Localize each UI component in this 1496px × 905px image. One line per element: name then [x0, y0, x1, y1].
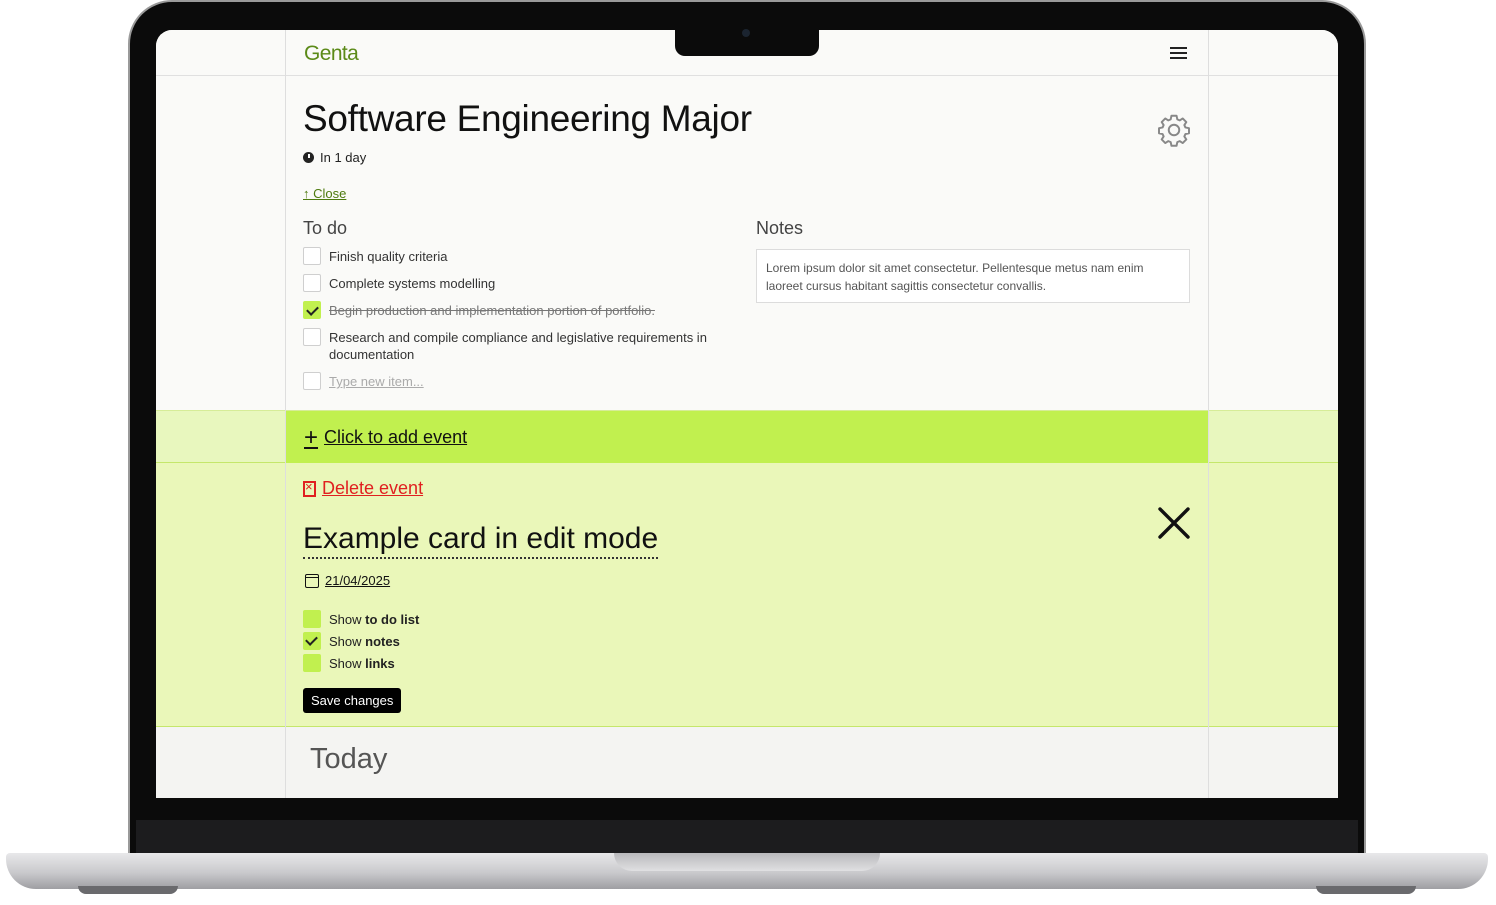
date-input[interactable]: 21/04/2025 [325, 573, 390, 588]
toggle-checkbox[interactable] [303, 610, 321, 628]
display-toggles: Show to do list Show notes Show links [303, 608, 419, 674]
due-text: In 1 day [320, 150, 367, 165]
toggle-label: Show notes [329, 633, 400, 649]
todo-checkbox [303, 372, 321, 390]
due-indicator: In 1 day [303, 150, 366, 165]
add-event-bar: + Click to add event [156, 410, 1338, 463]
trash-icon [303, 479, 316, 497]
delete-event-button[interactable]: Delete event [303, 478, 423, 499]
toggle-show-notes: Show notes [303, 630, 419, 652]
todo-heading: To do [303, 218, 348, 238]
new-todo-input[interactable]: Type new item... [329, 373, 424, 390]
today-section: Today [156, 727, 1338, 798]
event-card-expanded: Software Engineering Major In 1 day ↑ Cl… [156, 76, 1338, 410]
notes-heading: Notes [756, 218, 804, 238]
close-link[interactable]: ↑ Close [303, 186, 346, 201]
clock-icon [303, 152, 314, 163]
todo-item: Begin production and implementation port… [303, 301, 723, 319]
todo-item: Research and compile compliance and legi… [303, 328, 723, 363]
toggle-show-links: Show links [303, 652, 419, 674]
event-title: Software Engineering Major [303, 98, 752, 139]
todo-text: Research and compile compliance and legi… [329, 330, 707, 362]
app-logo[interactable]: Genta [304, 42, 359, 66]
todo-checkbox[interactable] [303, 328, 321, 346]
save-changes-button[interactable]: Save changes [303, 688, 402, 713]
card-title-input[interactable]: Example card in edit mode [303, 521, 659, 559]
gear-icon[interactable] [1156, 112, 1192, 148]
plus-icon: + [304, 423, 319, 451]
laptop-foot-left [78, 886, 178, 894]
toggle-label: Show links [329, 655, 395, 671]
add-event-label: Click to add event [324, 427, 468, 447]
event-card-edit-mode: Delete event Example card in edit mode 2… [156, 463, 1338, 727]
toggle-label: Show to do list [329, 611, 420, 627]
todo-text: Finish quality criteria [329, 249, 448, 264]
column-guide-left [285, 30, 286, 798]
add-event-bar-inner: + Click to add event [285, 411, 1208, 463]
column-guide-right [1208, 30, 1209, 798]
todo-item: Complete systems modelling [303, 274, 723, 292]
new-todo-item: Type new item... [303, 372, 723, 390]
todo-text: Complete systems modelling [329, 276, 496, 291]
add-event-button[interactable]: + Click to add event [304, 423, 468, 451]
todo-item: Finish quality criteria [303, 247, 723, 265]
screen: Genta Software Engineering Major In 1 da… [156, 30, 1338, 798]
laptop-opening-notch [614, 853, 880, 871]
calendar-icon [305, 573, 319, 588]
hamburger-menu-icon[interactable] [1166, 44, 1190, 62]
todo-text: Begin production and implementation port… [329, 303, 655, 318]
todo-checkbox[interactable] [303, 274, 321, 292]
delete-event-label: Delete event [322, 478, 424, 498]
toggle-show-todo: Show to do list [303, 608, 419, 630]
toggle-checkbox[interactable] [303, 654, 321, 672]
today-heading: Today [310, 743, 388, 775]
todo-checkbox-checked[interactable] [303, 301, 321, 319]
close-icon[interactable] [1156, 505, 1192, 541]
toggle-checkbox-checked[interactable] [303, 632, 321, 650]
laptop-foot-right [1316, 886, 1416, 894]
todo-checkbox[interactable] [303, 247, 321, 265]
date-row: 21/04/2025 [305, 573, 390, 588]
notes-textarea[interactable]: Lorem ipsum dolor sit amet consectetur. … [756, 249, 1190, 303]
camera-icon [742, 29, 750, 37]
todo-list: Finish quality criteria Complete systems… [303, 247, 723, 400]
